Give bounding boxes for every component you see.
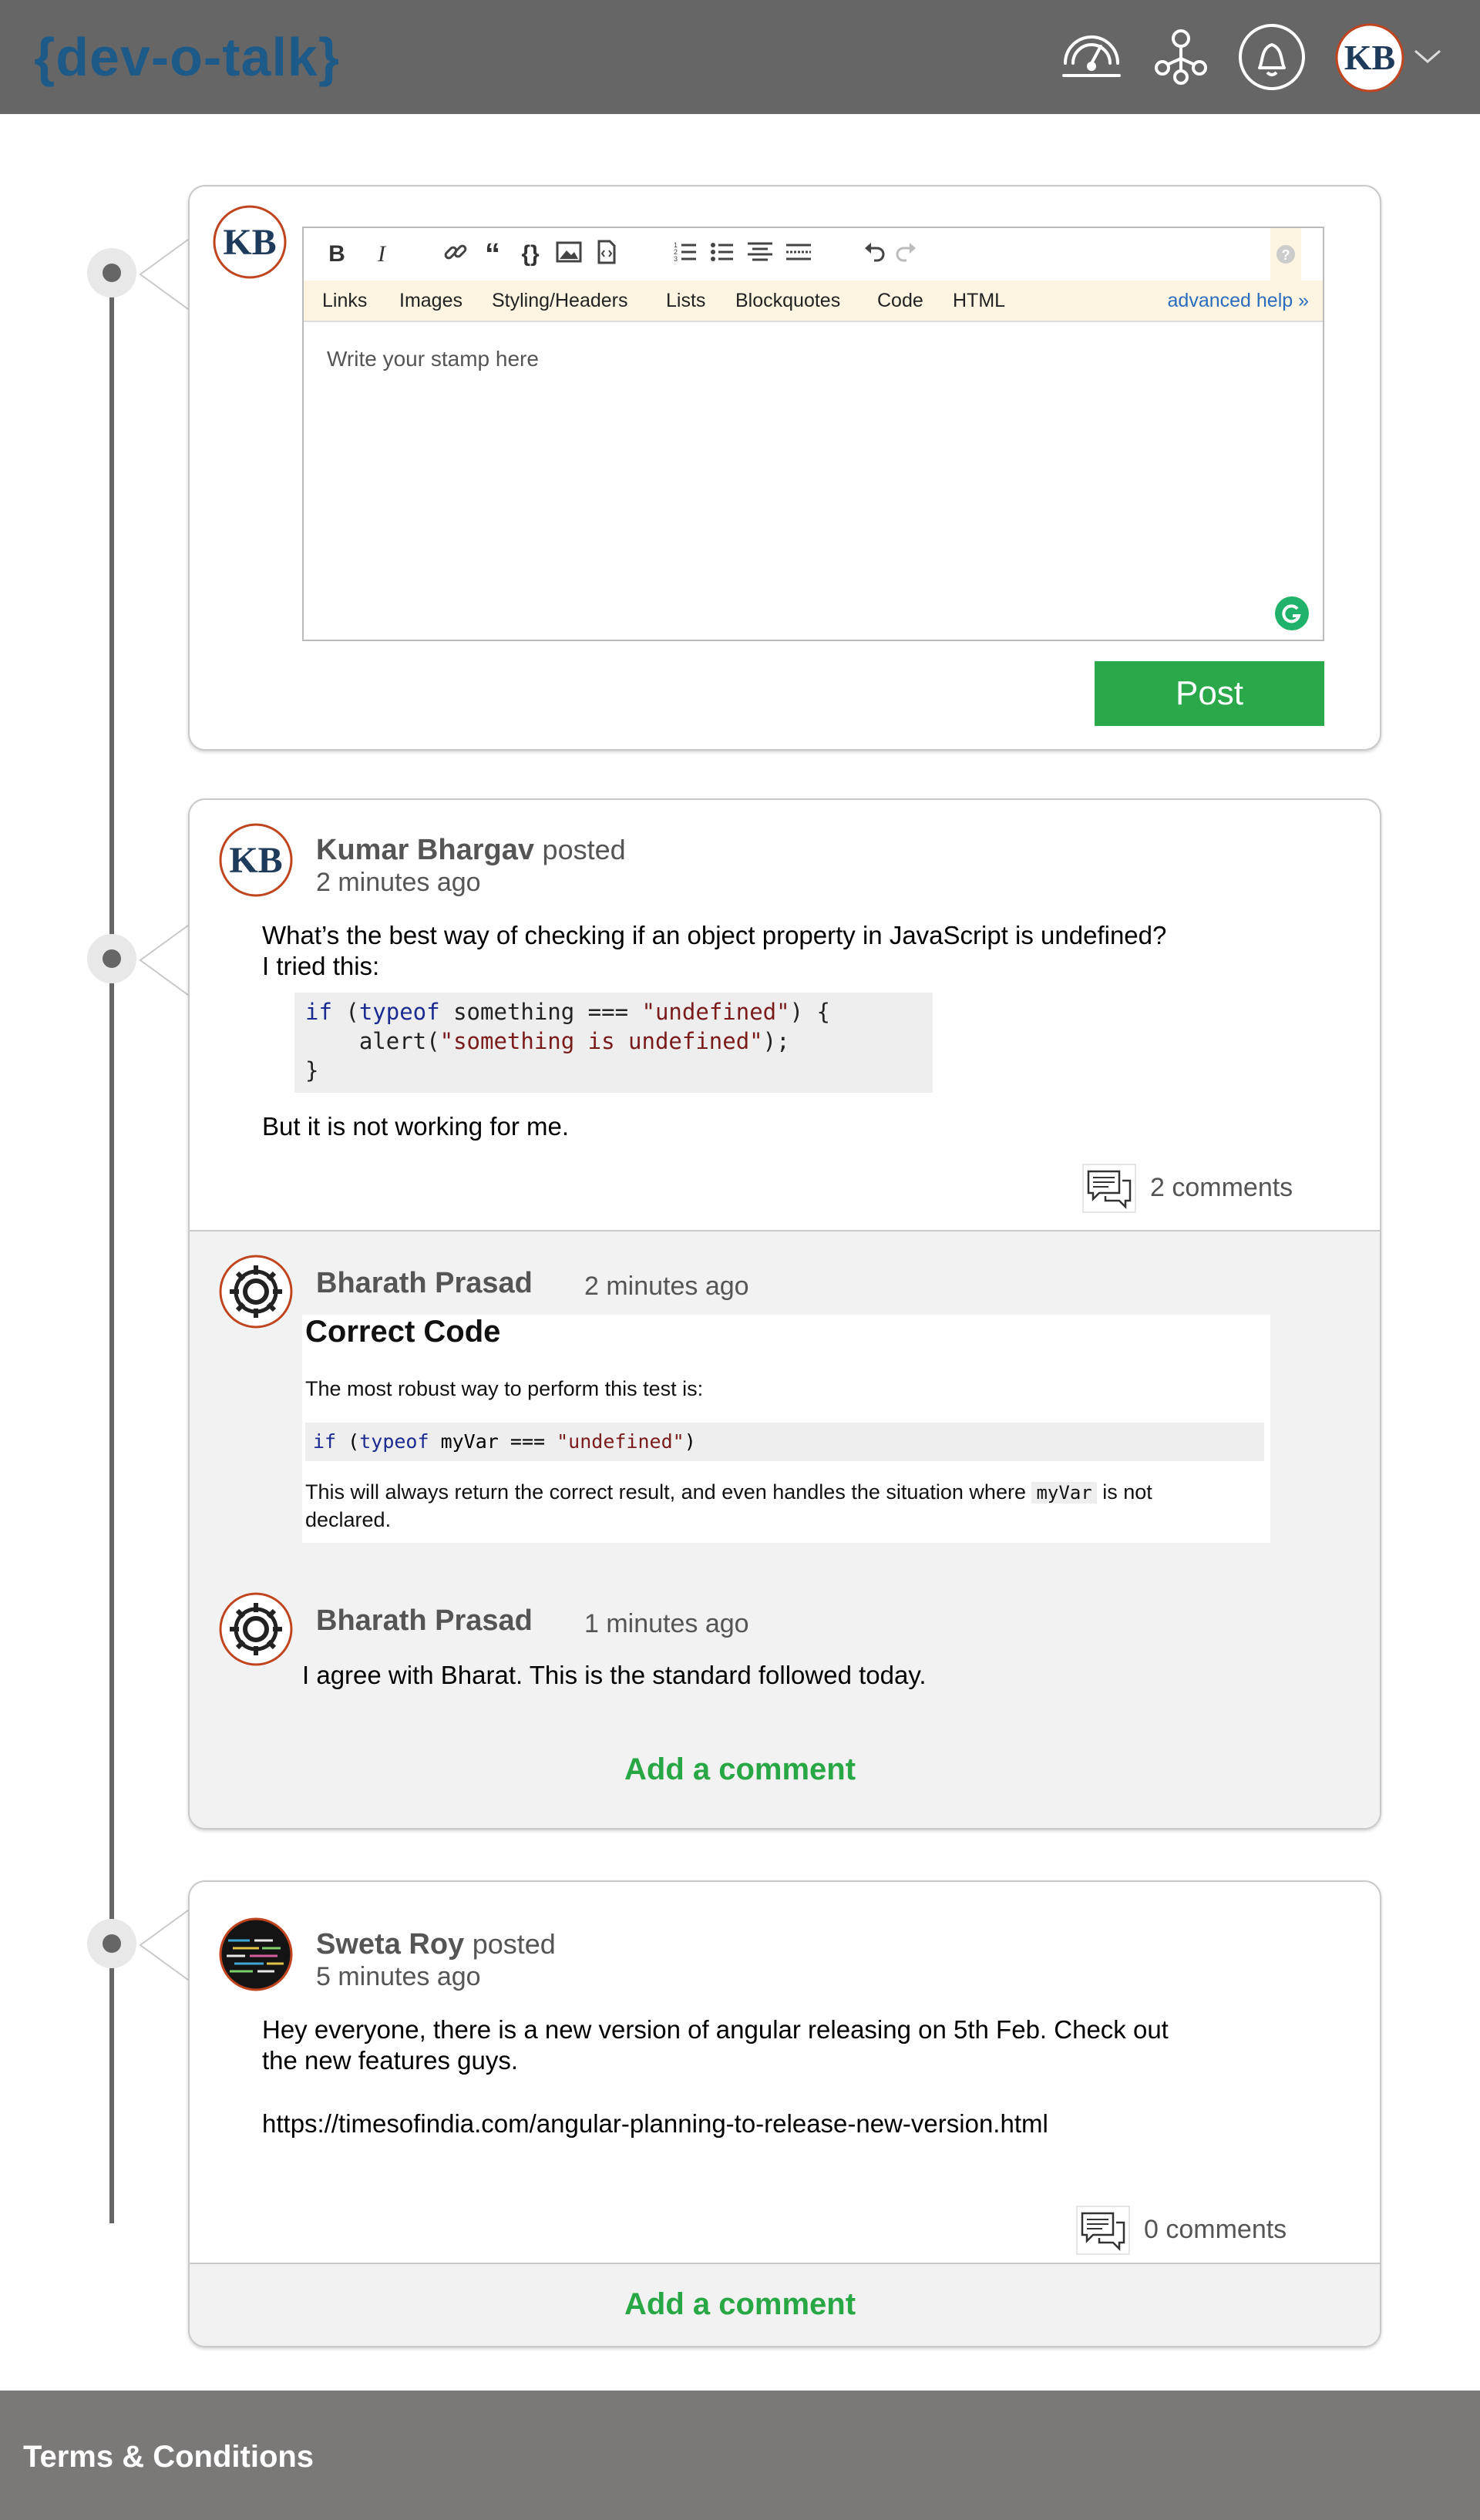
card-pointer [139, 1907, 192, 1983]
post-textarea[interactable]: Write your stamp here [304, 322, 1323, 640]
post-author-name[interactable]: Sweta Roy [316, 1928, 464, 1961]
bold-icon[interactable]: B [325, 239, 348, 270]
commenter-avatar[interactable] [219, 1592, 293, 1666]
add-comment-link[interactable]: Add a comment [624, 2287, 856, 2322]
snippet-text: The most robust way to perform this test… [305, 1377, 704, 1400]
advanced-help-link[interactable]: advanced help » [1168, 290, 1309, 312]
post-placeholder: Write your stamp here [327, 347, 539, 371]
app-header: {dev-o-talk} KB [0, 0, 1480, 114]
help-link-images[interactable]: Images [399, 290, 462, 312]
composer-card: KB B I “ {} 123 ? Links Images Styling/H… [188, 185, 1381, 751]
svg-text:?: ? [1282, 247, 1290, 263]
post-text-line: the new features guys. [262, 2046, 519, 2075]
network-icon[interactable] [1147, 23, 1215, 91]
user-avatar[interactable]: KB [1335, 23, 1404, 92]
card-pointer [139, 237, 192, 312]
post-text-line: But it is not working for me. [262, 1112, 569, 1141]
post-text-line: Hey everyone, there is a new version of … [262, 2015, 1169, 2044]
help-icon[interactable]: ? [1270, 228, 1301, 281]
comments-count[interactable]: 0 comments [1144, 2215, 1287, 2245]
add-comment-link[interactable]: Add a comment [624, 1752, 856, 1787]
svg-text:KB: KB [229, 840, 282, 881]
post-author-avatar[interactable]: KB [219, 823, 293, 897]
post-card: KB Kumar Bhargav posted 2 minutes ago Wh… [188, 798, 1381, 1830]
post-card: Sweta Roy posted 5 minutes ago Hey every… [188, 1880, 1381, 2347]
editor-help-bar: Links Images Styling/Headers Lists Block… [304, 281, 1323, 322]
comment-author[interactable]: Bharath Prasad [316, 1604, 533, 1638]
post-verb: posted [542, 834, 626, 865]
comment-time: 2 minutes ago [584, 1272, 749, 1301]
snippet-code: if (typeof myVar === "undefined") [305, 1423, 1264, 1461]
post-text-line: I tried this: [262, 952, 380, 980]
help-link-blockquotes[interactable]: Blockquotes [735, 290, 840, 312]
numbered-list-icon[interactable]: 123 [672, 239, 698, 270]
post-text-line: What’s the best way of checking if an ob… [262, 921, 1167, 949]
avatar-initials: KB [223, 222, 276, 263]
post-author[interactable]: Sweta Roy posted [316, 1928, 556, 1961]
comment-bubbles-icon[interactable] [1082, 1164, 1136, 1213]
snippet-title: Correct Code [305, 1315, 501, 1349]
heading-icon[interactable] [746, 239, 774, 270]
horizontal-rule-icon[interactable] [785, 239, 812, 270]
help-link-styling[interactable]: Styling/Headers [492, 290, 627, 312]
post-time: 5 minutes ago [316, 1962, 481, 1991]
post-button[interactable]: Post [1095, 661, 1324, 726]
timeline-dot [87, 248, 136, 297]
post-author[interactable]: Kumar Bhargav posted [316, 834, 626, 867]
speedometer-icon[interactable] [1058, 23, 1125, 91]
redo-icon[interactable] [894, 239, 917, 270]
undo-icon[interactable] [863, 239, 886, 270]
timeline-dot [87, 1919, 136, 1968]
italic-icon[interactable]: I [370, 239, 393, 270]
snippet-note-cont: declared. [305, 1508, 392, 1531]
comment-author[interactable]: Bharath Prasad [316, 1267, 533, 1300]
grammarly-icon[interactable] [1275, 596, 1309, 630]
post-author-avatar[interactable] [219, 1917, 293, 1991]
timeline-dot [87, 934, 136, 983]
comments-count[interactable]: 2 comments [1150, 1173, 1293, 1203]
app-footer: Terms & Conditions [0, 2391, 1480, 2520]
avatar-initials: KB [1344, 38, 1395, 77]
svg-text:3: 3 [674, 255, 678, 263]
commenter-avatar[interactable] [219, 1255, 293, 1329]
app-logo[interactable]: {dev-o-talk} [34, 28, 340, 86]
code-braces-icon[interactable]: {} [516, 239, 544, 270]
help-link-lists[interactable]: Lists [666, 290, 705, 312]
chevron-down-icon[interactable] [1411, 46, 1445, 68]
help-link-links[interactable]: Links [322, 290, 367, 312]
composer-avatar: KB [213, 205, 287, 279]
markdown-editor: B I “ {} 123 ? Links Images Styling/Head… [302, 227, 1324, 641]
bell-icon[interactable] [1238, 23, 1306, 91]
comment-text: I agree with Bharat. This is the standar… [302, 1661, 927, 1689]
comment-bubbles-icon[interactable] [1076, 2206, 1130, 2255]
terms-link[interactable]: Terms & Conditions [23, 2440, 314, 2475]
snippet-note: This will always return the correct resu… [305, 1480, 1152, 1504]
editor-toolbar: B I “ {} 123 ? [304, 228, 1323, 281]
help-link-html[interactable]: HTML [953, 290, 1005, 312]
post-link[interactable]: https://timesofindia.com/angular-plannin… [262, 2108, 1048, 2139]
comment-snippet: Correct Code The most robust way to perf… [302, 1315, 1270, 1543]
html-snippet-icon[interactable] [594, 239, 620, 270]
card-pointer [139, 922, 192, 998]
comments-section: Add a comment [190, 2263, 1380, 2346]
link-icon[interactable] [442, 239, 469, 270]
comment-time: 1 minutes ago [584, 1609, 749, 1638]
post-time: 2 minutes ago [316, 868, 481, 897]
blockquote-icon[interactable]: “ [479, 239, 506, 270]
bullet-list-icon[interactable] [709, 239, 735, 270]
post-code-block: if (typeof something === "undefined") { … [294, 993, 933, 1093]
post-author-name[interactable]: Kumar Bhargav [316, 834, 534, 866]
post-verb: posted [472, 1928, 556, 1960]
help-link-code[interactable]: Code [877, 290, 923, 312]
image-icon[interactable] [555, 239, 583, 270]
comments-section: Bharath Prasad 2 minutes ago Correct Cod… [190, 1230, 1380, 1828]
